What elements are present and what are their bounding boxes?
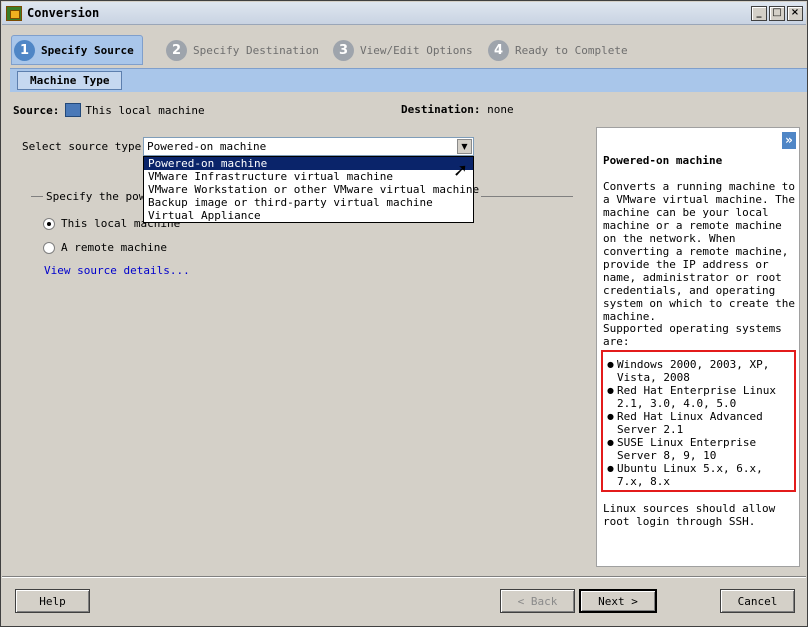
collapse-icon[interactable]: »: [782, 132, 796, 149]
list-item: ● SUSE Linux Enterprise Server 8, 9, 10: [607, 436, 792, 462]
group-divider: [31, 196, 43, 197]
back-button[interactable]: < Back: [500, 589, 575, 613]
window-title: Conversion: [27, 6, 100, 20]
bullet-icon: ●: [607, 464, 614, 473]
help-panel: » Powered-on machine Converts a running …: [596, 127, 800, 567]
help-button[interactable]: Help: [15, 589, 90, 613]
list-item: ● Ubuntu Linux 5.x, 6.x, 7.x, 8.x: [607, 462, 792, 488]
radio-button[interactable]: [43, 217, 55, 230]
os-name: Red Hat Enterprise Linux 2.1, 3.0, 4.0, …: [617, 384, 776, 410]
conversion-window: Conversion _ □ × 1 Specify Source 2 Spec…: [0, 0, 808, 627]
dropdown-option[interactable]: VMware Infrastructure virtual machine: [144, 170, 473, 183]
chevron-down-icon[interactable]: ▼: [457, 139, 472, 154]
help-os-label: Supported operating systems are:: [603, 322, 782, 348]
step-number: 4: [488, 39, 509, 61]
step-specify-source[interactable]: 1 Specify Source: [11, 35, 143, 65]
step-ready-to-complete[interactable]: 4 Ready to Complete: [488, 35, 628, 65]
step-number: 3: [333, 39, 354, 61]
source-type-value: Powered-on machine: [147, 140, 267, 153]
tab-machine-type[interactable]: Machine Type: [17, 71, 123, 90]
step-label: Specify Source: [41, 43, 134, 57]
group-label: Specify the powe: [46, 190, 152, 203]
view-source-details-link[interactable]: View source details...: [44, 264, 190, 277]
close-button[interactable]: ×: [787, 6, 803, 21]
os-name: Windows 2000, 2003, XP, Vista, 2008: [617, 358, 770, 384]
next-button[interactable]: Next >: [579, 589, 657, 613]
step-number: 1: [14, 39, 35, 61]
app-icon: [6, 6, 22, 21]
dropdown-option[interactable]: VMware Workstation or other VMware virtu…: [144, 183, 479, 196]
source-label: Source:: [13, 104, 60, 117]
step-label: Specify Destination: [193, 43, 319, 57]
source-summary: Source: This local machine: [13, 103, 205, 117]
dropdown-option[interactable]: Virtual Appliance: [144, 209, 473, 222]
step-number: 2: [166, 39, 187, 61]
os-name: Ubuntu Linux 5.x, 6.x, 7.x, 8.x: [617, 462, 763, 488]
step-view-edit-options[interactable]: 3 View/Edit Options: [333, 35, 473, 65]
source-value: This local machine: [85, 104, 205, 117]
bullet-icon: ●: [607, 412, 614, 421]
source-type-dropdown: Powered-on machine VMware Infrastructure…: [143, 156, 479, 223]
group-divider: [481, 196, 573, 197]
mouse-cursor-icon: ➚: [453, 160, 469, 181]
footer-divider: [2, 576, 806, 578]
supported-os-list: ● Windows 2000, 2003, XP, Vista, 2008 ● Re…: [601, 350, 796, 492]
list-item: ● Red Hat Linux Advanced Server 2.1: [607, 410, 792, 436]
os-name: Red Hat Linux Advanced Server 2.1: [617, 410, 763, 436]
bullet-icon: ●: [607, 386, 614, 395]
bullet-icon: ●: [607, 438, 614, 447]
wizard-steps: 1 Specify Source 2 Specify Destination 3…: [2, 26, 807, 92]
minimize-button[interactable]: _: [751, 6, 767, 21]
step-label: View/Edit Options: [360, 43, 473, 57]
help-footer: Linux sources should allow root login th…: [603, 502, 776, 528]
destination-summary: Destination: none: [401, 103, 514, 116]
step-specify-destination[interactable]: 2 Specify Destination: [166, 35, 319, 65]
list-item: ● Windows 2000, 2003, XP, Vista, 2008: [607, 358, 792, 384]
cancel-button[interactable]: Cancel: [720, 589, 795, 613]
dropdown-option[interactable]: Powered-on machine: [144, 157, 473, 170]
radio-label: A remote machine: [61, 241, 167, 254]
dropdown-option[interactable]: Backup image or third-party virtual mach…: [144, 196, 473, 209]
destination-label: Destination:: [401, 103, 481, 116]
radio-remote-machine[interactable]: A remote machine: [43, 241, 167, 254]
maximize-button[interactable]: □: [769, 6, 785, 21]
bullet-icon: ●: [607, 360, 614, 369]
radio-button[interactable]: [43, 241, 55, 254]
help-description: Converts a running machine to a VMware v…: [603, 180, 796, 323]
os-name: SUSE Linux Enterprise Server 8, 9, 10: [617, 436, 757, 462]
step-label: Ready to Complete: [515, 43, 628, 57]
source-type-select[interactable]: Powered-on machine ▼: [143, 137, 474, 156]
title-bar: Conversion _ □ ×: [2, 2, 806, 25]
list-item: ● Red Hat Enterprise Linux 2.1, 3.0, 4.0,…: [607, 384, 792, 410]
computer-icon: [65, 103, 82, 117]
help-title: Powered-on machine: [603, 154, 723, 167]
source-type-label: Select source type:: [22, 140, 148, 153]
substep-bar: Machine Type: [10, 68, 807, 92]
destination-value: none: [487, 103, 514, 116]
